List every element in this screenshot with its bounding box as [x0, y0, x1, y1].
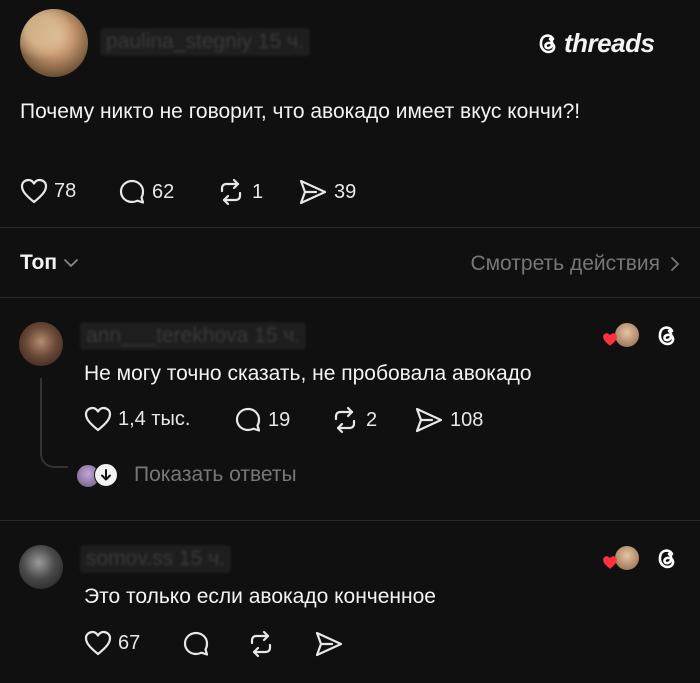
reply-author-avatar[interactable]	[19, 545, 63, 589]
comment-icon	[183, 631, 209, 656]
reply-like-count: 67	[118, 631, 141, 654]
reply-comment-count: 19	[268, 408, 291, 431]
reply-like-button[interactable]: 67	[84, 630, 140, 656]
post-like-button[interactable]: 78	[20, 178, 76, 204]
reply-like-count: 1,4 тыс.	[118, 407, 191, 430]
reply-username-text: somov.ss	[86, 547, 174, 570]
post-share-count: 39	[334, 180, 357, 203]
reply-repost-count: 2	[366, 408, 378, 431]
reply-text: Не могу точно сказать, не пробовала авок…	[84, 362, 532, 385]
reply-share-button[interactable]: 108	[414, 406, 483, 434]
divider	[0, 297, 700, 298]
reply-username[interactable]: ann___terekhova 15 ч.	[80, 322, 307, 350]
divider	[0, 227, 700, 228]
threads-wordmark: threads	[564, 28, 655, 58]
post-like-count: 78	[54, 179, 77, 202]
heart-icon	[84, 630, 112, 656]
view-activity-label: Смотреть действия	[470, 252, 660, 275]
sort-label: Топ	[20, 251, 58, 274]
post-username-text: paulina_stegniy	[106, 30, 252, 53]
comment-icon	[235, 407, 261, 432]
reply-author-avatar[interactable]	[19, 322, 63, 366]
post-author-avatar[interactable]	[20, 9, 88, 77]
reply-like-button[interactable]: 1,4 тыс.	[84, 406, 190, 432]
show-replies-label: Показать ответы	[134, 463, 297, 486]
chevron-right-icon	[671, 257, 679, 271]
threads-icon	[539, 33, 556, 53]
post-time: 15 ч.	[257, 30, 304, 53]
thread-line	[40, 378, 68, 468]
heart-filled-icon	[603, 556, 617, 569]
threads-icon[interactable]	[655, 323, 679, 349]
repost-icon	[220, 178, 242, 206]
reply-share-count: 108	[450, 408, 484, 431]
reply-comment-button[interactable]: 19	[234, 406, 290, 434]
reply-text: Это только если авокадо конченное	[84, 585, 436, 608]
reply-avatars	[76, 462, 120, 488]
post-repost-button[interactable]: 1	[216, 178, 263, 206]
send-icon	[415, 407, 443, 433]
post-comment-count: 62	[152, 180, 175, 203]
reply-comment-button[interactable]	[182, 630, 210, 658]
reply-repost-button[interactable]	[246, 630, 276, 658]
post-repost-count: 1	[252, 180, 264, 203]
send-icon	[315, 631, 343, 657]
send-icon	[299, 179, 327, 205]
heart-icon	[84, 406, 112, 432]
comment-icon	[119, 179, 145, 204]
reply-time: 15 ч.	[178, 547, 225, 570]
reply-repost-button[interactable]: 2	[330, 406, 377, 434]
author-liked-indicator	[600, 322, 640, 350]
repost-icon	[250, 630, 272, 658]
heart-icon	[20, 178, 48, 204]
post-text: Почему никто не говорит, что авокадо име…	[20, 100, 581, 123]
post-share-button[interactable]: 39	[298, 178, 356, 206]
author-liked-indicator	[600, 545, 640, 573]
threads-logo: threads	[536, 28, 655, 59]
view-activity-link[interactable]: Смотреть действия	[470, 252, 680, 276]
reply-username[interactable]: somov.ss 15 ч.	[80, 545, 231, 573]
divider	[0, 520, 700, 521]
reply-time: 15 ч.	[254, 324, 301, 347]
threads-icon[interactable]	[655, 546, 679, 572]
arrow-down-icon	[94, 463, 118, 487]
reply-username-text: ann___terekhova	[86, 324, 249, 347]
chevron-down-icon	[64, 259, 78, 267]
post-author-username[interactable]: paulina_stegniy 15 ч.	[100, 28, 310, 56]
reply-share-button[interactable]	[314, 630, 344, 658]
sort-dropdown[interactable]: Топ	[20, 251, 79, 275]
repost-icon	[334, 406, 356, 434]
heart-filled-icon	[603, 333, 617, 346]
post-comment-button[interactable]: 62	[118, 178, 174, 206]
show-replies-button[interactable]: Показать ответы	[76, 462, 297, 488]
